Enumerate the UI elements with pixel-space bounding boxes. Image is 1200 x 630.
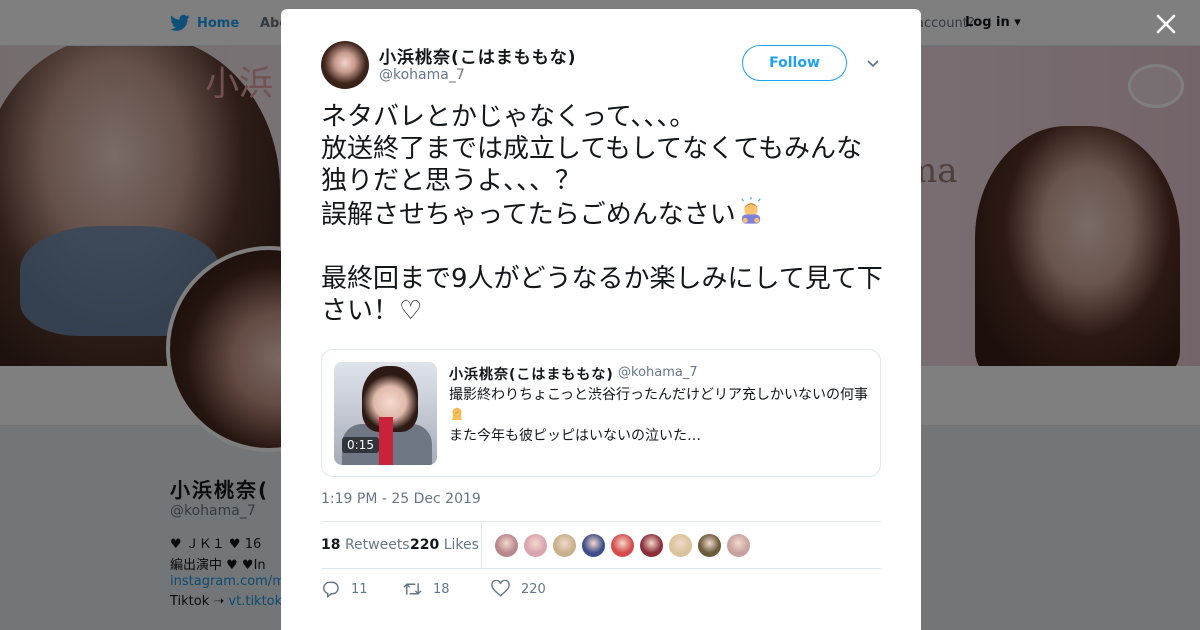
author-handle[interactable]: @kohama_7 — [379, 67, 465, 83]
thumbnail-tie — [379, 417, 393, 465]
author-name[interactable]: 小浜桃奈(こはまももな) — [379, 43, 577, 68]
liker-avatar[interactable] — [639, 533, 664, 558]
reply-icon[interactable] — [321, 580, 340, 598]
quoted-author-handle: @kohama_7 — [618, 365, 698, 380]
liker-avatar[interactable] — [726, 533, 751, 558]
quoted-video-thumbnail[interactable]: 0:15 — [334, 362, 437, 465]
tweet-text-part1: ネタバレとかじゃなくって、、、。 放送終了までは成立してもしてなくてもみんな独り… — [321, 102, 863, 230]
retweets-stat[interactable]: 18 Retweets — [321, 537, 410, 553]
chevron-down-icon[interactable] — [866, 59, 880, 69]
likes-label[interactable]: Likes — [444, 537, 479, 553]
like-count: 220 — [521, 582, 546, 597]
likes-stat[interactable]: 220 Likes — [410, 537, 479, 553]
person-facepalm-emoji-icon — [451, 407, 463, 421]
tweet-text: ネタバレとかじゃなくって、、、。 放送終了までは成立してもしてなくてもみんな独り… — [321, 101, 886, 327]
quoted-text-part1: 撮影終わりちょこっと渋谷行ったんだけどリア充しかいないの何事 — [449, 387, 869, 403]
quoted-text-line1: 撮影終わりちょこっと渋谷行ったんだけどリア充しかいないの何事 — [449, 386, 874, 424]
likes-count[interactable]: 220 — [410, 537, 439, 553]
heart-icon[interactable] — [491, 580, 510, 598]
liker-avatar[interactable] — [697, 533, 722, 558]
liker-avatar[interactable] — [552, 533, 577, 558]
retweets-count[interactable]: 18 — [321, 537, 340, 553]
tweet-timestamp[interactable]: 1:19 PM - 25 Dec 2019 — [321, 491, 481, 507]
tweet-stats-bar: 18 Retweets 220 Likes — [321, 521, 881, 569]
author-avatar[interactable] — [321, 41, 369, 89]
quoted-text-line2: また今年も彼ピッピはいないの泣いた… — [449, 428, 701, 444]
quoted-tweet-card[interactable]: 0:15 小浜桃奈(こはまももな) @kohama_7 撮影終わりちょこっと渋谷… — [321, 349, 881, 477]
tweet-text-part2: 最終回まで9人がどうなるか楽しみにして見て下さい！♡ — [321, 264, 883, 326]
liker-avatar[interactable] — [523, 533, 548, 558]
quoted-author-name: 小浜桃奈(こはまももな) — [449, 367, 614, 383]
close-icon[interactable] — [1154, 12, 1178, 36]
person-bowing-emoji-icon — [741, 197, 761, 224]
liker-avatar[interactable] — [610, 533, 635, 558]
retweet-icon[interactable] — [403, 580, 422, 598]
follow-button[interactable]: Follow — [742, 45, 847, 81]
retweet-count: 18 — [433, 582, 450, 597]
retweets-label[interactable]: Retweets — [345, 537, 410, 553]
video-duration: 0:15 — [342, 437, 379, 453]
liker-avatar[interactable] — [668, 533, 693, 558]
liker-avatar[interactable] — [581, 533, 606, 558]
tweet-modal: 小浜桃奈(こはまももな) @kohama_7 Follow ネタバレとかじゃなく… — [281, 9, 921, 630]
liker-avatar[interactable] — [494, 533, 519, 558]
stats-divider — [481, 522, 482, 568]
reply-count: 11 — [351, 582, 368, 597]
